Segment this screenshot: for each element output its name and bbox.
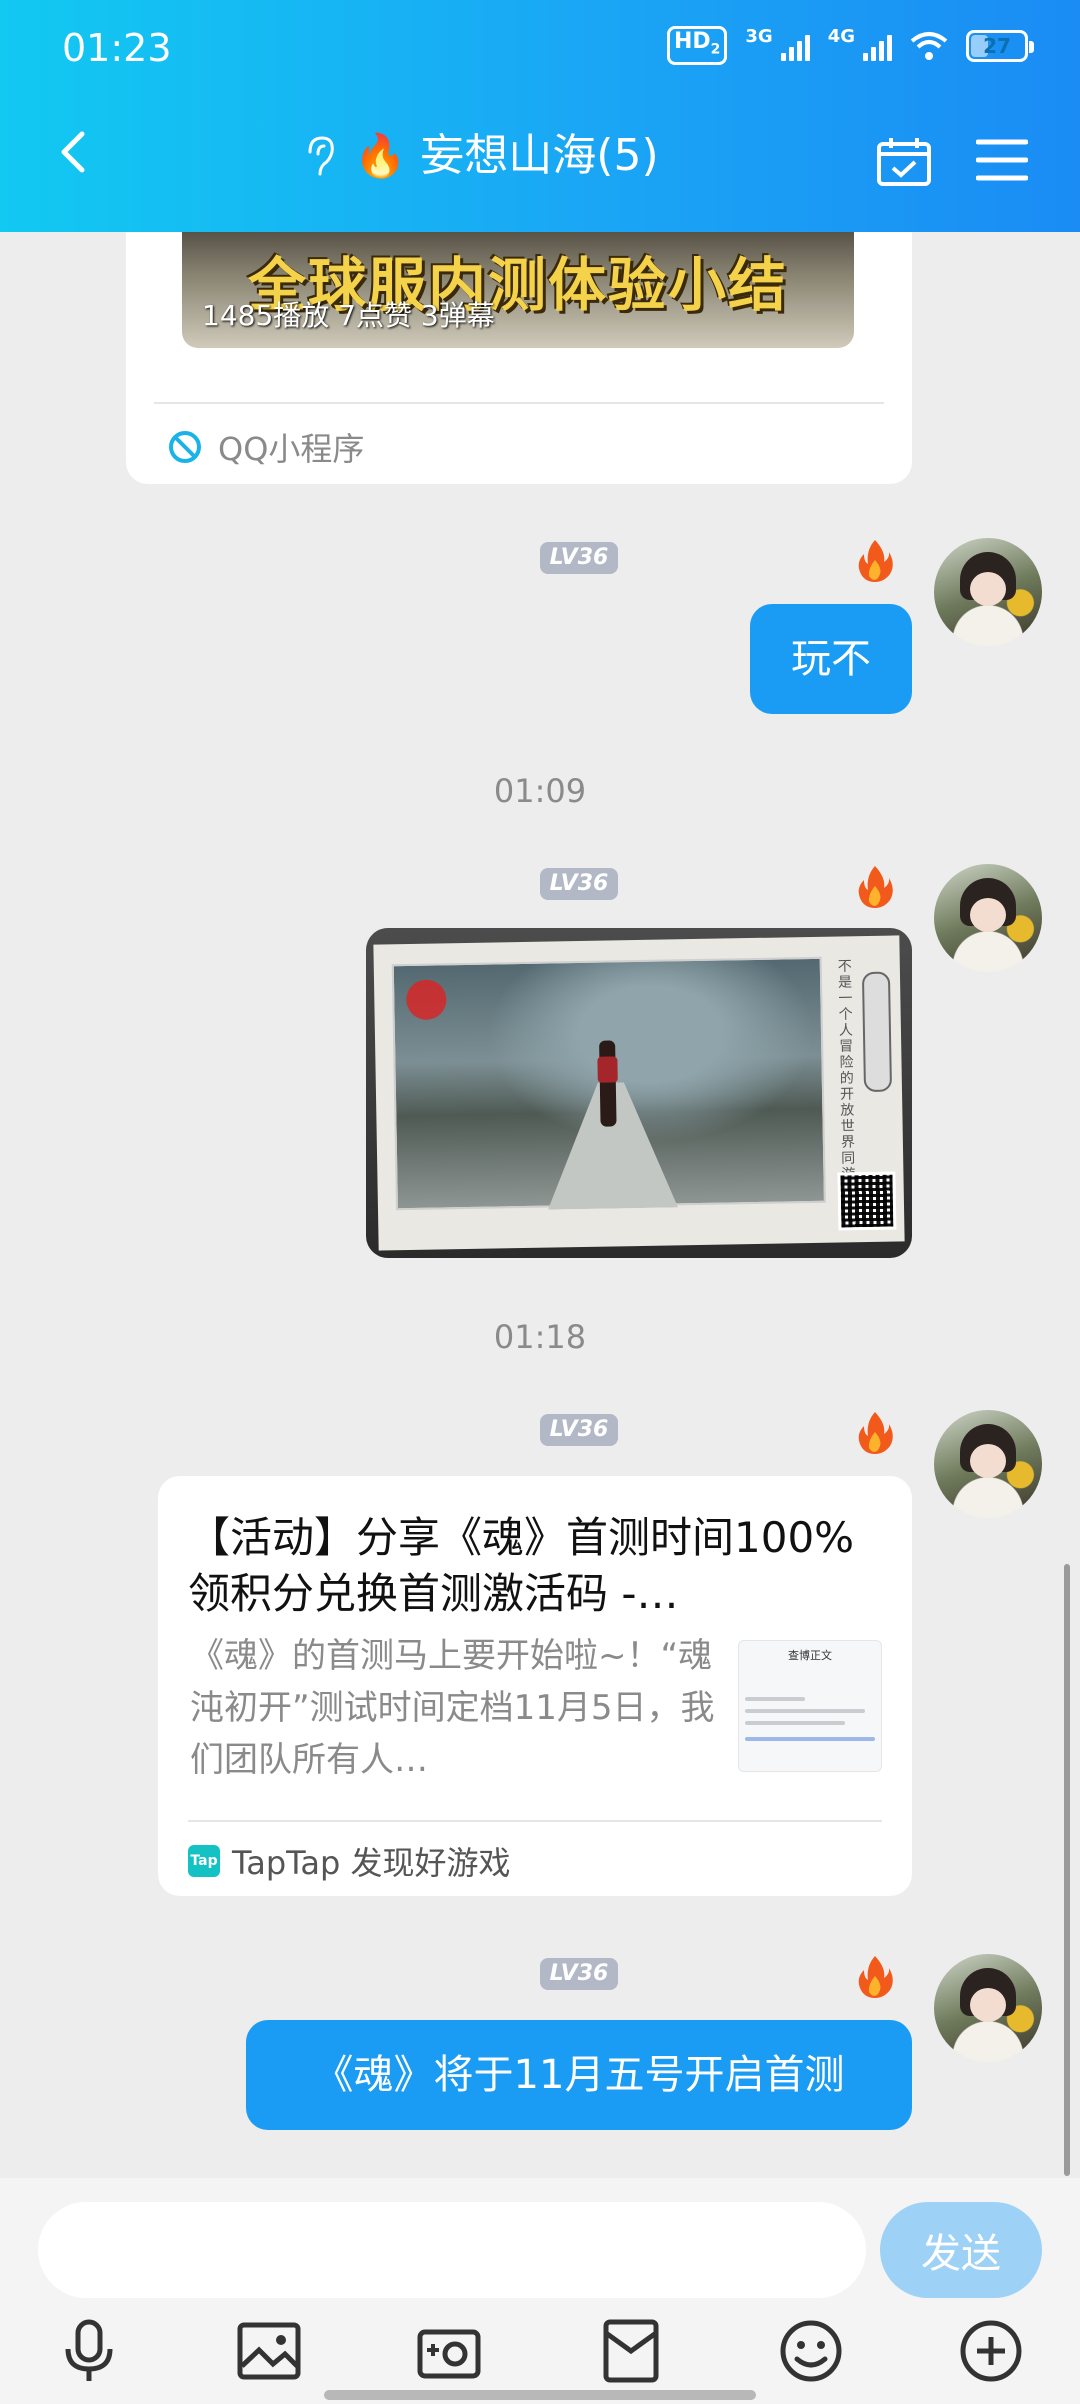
miniprogram-card[interactable]: 全球服内测体验小结 1485播放 7点赞 3弹幕 QQ小程序 <box>126 210 912 484</box>
message-bubble[interactable]: 玩不 <box>750 604 912 714</box>
image-message[interactable]: 不是一个人冒险的开放世界同游 <box>366 928 912 1258</box>
photo-button[interactable] <box>234 2316 304 2386</box>
calendar-check-icon[interactable] <box>876 136 932 188</box>
thumbnail-title: 查博正文 <box>788 1649 832 1662</box>
level-badge: LV36 <box>540 868 618 900</box>
timestamp: 01:09 <box>493 772 587 810</box>
network-3g-label: 3G <box>745 26 773 47</box>
poster-slogan: 不是一个人冒险的开放世界同游 <box>835 958 856 1183</box>
back-icon[interactable] <box>52 130 96 174</box>
avatar[interactable] <box>934 1410 1042 1518</box>
ear-icon <box>308 136 334 176</box>
send-button[interactable]: 发送 <box>880 2202 1042 2298</box>
thumbnail-line <box>745 1737 875 1741</box>
scrollbar[interactable] <box>1064 1564 1070 2176</box>
avatar[interactable] <box>934 538 1042 646</box>
source-label: QQ小程序 <box>218 430 365 468</box>
card-source: QQ小程序 <box>166 424 364 470</box>
divider <box>154 402 884 404</box>
game-scene <box>391 956 826 1211</box>
signal-icon <box>780 31 810 61</box>
red-packet-button[interactable] <box>596 2316 666 2386</box>
link-title: 【活动】分享《魂》首测时间100%领积分兑换首测激活码 -… <box>188 1513 855 1618</box>
mic-icon <box>65 2319 113 2381</box>
poster-side: 不是一个人冒险的开放世界同游 <box>830 952 899 1231</box>
message-input[interactable] <box>38 2202 866 2298</box>
camera-button[interactable] <box>414 2316 484 2386</box>
level-badge: LV36 <box>540 542 618 574</box>
hd-icon: HD2 <box>666 26 728 66</box>
divider <box>188 1820 882 1822</box>
timestamp: 01:18 <box>493 1318 587 1356</box>
more-button[interactable] <box>956 2316 1026 2386</box>
emoji-icon <box>780 2320 842 2382</box>
network-4g-label: 4G <box>827 26 855 47</box>
image-icon <box>237 2322 301 2380</box>
level-badge: LV36 <box>540 1414 618 1446</box>
page-title: 妄想山海(5) <box>420 130 659 181</box>
thumbnail-line <box>745 1709 865 1713</box>
red-packet-icon <box>603 2319 659 2383</box>
avatar[interactable] <box>934 864 1042 972</box>
emoji-button[interactable] <box>776 2316 846 2386</box>
link-source: Tap TapTap 发现好游戏 <box>188 1838 511 1884</box>
fire-icon: 🔥 <box>354 131 407 180</box>
chat-header: 01:23 HD2 3G 4G 27 🔥 妄想山海(5) <box>0 0 1080 232</box>
poster-seal <box>861 971 893 1093</box>
chat-title[interactable]: 🔥 妄想山海(5) <box>300 130 659 182</box>
link-thumbnail: 查博正文 <box>738 1640 882 1772</box>
menu-icon[interactable] <box>976 138 1028 182</box>
signal-icon <box>863 31 892 61</box>
camera-icon <box>417 2329 481 2379</box>
thumbnail-line <box>745 1697 805 1701</box>
plus-icon <box>960 2320 1022 2382</box>
status-time: 01:23 <box>62 26 172 70</box>
fire-icon <box>858 866 893 908</box>
fire-icon <box>858 1956 893 1998</box>
home-indicator[interactable] <box>324 2390 756 2400</box>
battery-icon: 27 <box>966 29 1034 62</box>
qr-code <box>837 1171 897 1231</box>
miniprogram-icon <box>169 431 201 463</box>
status-icons: HD2 3G 4G 27 <box>666 26 1034 66</box>
voice-button[interactable] <box>54 2316 124 2386</box>
thumbnail-line <box>745 1721 845 1725</box>
avatar[interactable] <box>934 1954 1042 2062</box>
level-badge: LV36 <box>540 1958 618 1990</box>
video-stats: 1485播放 7点赞 3弹幕 <box>202 299 495 332</box>
taptap-logo-icon: Tap <box>188 1845 220 1877</box>
image-poster: 不是一个人冒险的开放世界同游 <box>373 935 905 1251</box>
scene-character <box>599 1040 617 1127</box>
wifi-icon <box>910 31 948 60</box>
source-label: TapTap 发现好游戏 <box>232 1844 511 1882</box>
link-description: 《魂》的首测马上要开始啦~！“魂沌初开”测试时间定档11月5日，我们团队所有人… <box>190 1636 715 1780</box>
game-logo <box>405 979 447 1021</box>
fire-icon <box>858 540 893 582</box>
link-card[interactable]: 【活动】分享《魂》首测时间100%领积分兑换首测激活码 -… 《魂》的首测马上要… <box>158 1476 912 1896</box>
input-area: 发送 <box>0 2178 1080 2404</box>
fire-icon <box>858 1412 893 1454</box>
message-bubble[interactable]: 《魂》将于11月五号开启首测 <box>246 2020 912 2130</box>
